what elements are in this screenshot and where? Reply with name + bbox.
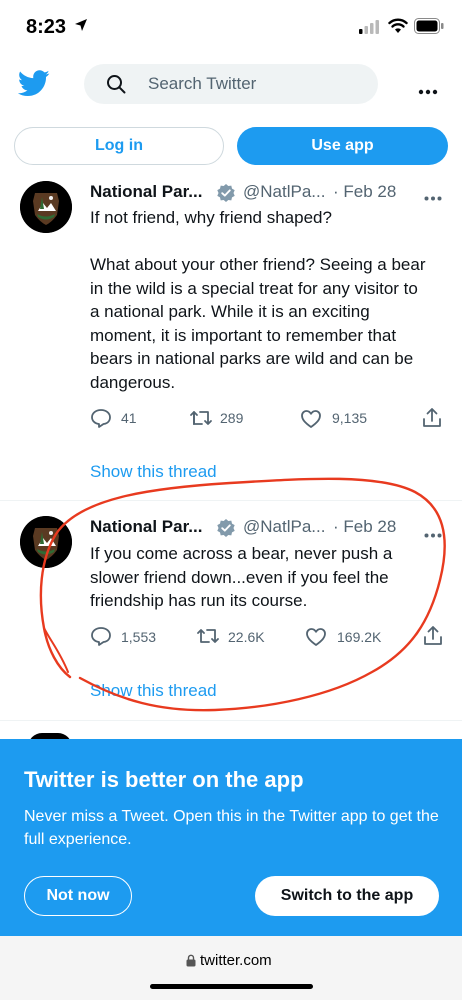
tweet-author-name[interactable]: National Par...	[90, 517, 202, 537]
tweet-text-line: dangerous.	[90, 372, 176, 392]
signal-icon	[359, 20, 381, 39]
tweet-text-line	[90, 230, 440, 254]
retweet-count: 22.6K	[228, 629, 265, 645]
tweet-text-line: bears in national parks are wild and can…	[90, 349, 414, 368]
wifi-icon	[388, 18, 408, 39]
retweet-icon[interactable]	[196, 626, 220, 651]
search-icon	[106, 74, 126, 99]
show-thread-link[interactable]: Show this thread	[90, 462, 217, 482]
search-placeholder: Search Twitter	[148, 74, 257, 93]
like-count: 9,135	[332, 410, 368, 426]
tweet-handle: @NatlPa...	[243, 517, 326, 536]
tweet-date[interactable]: · Feb 28	[333, 517, 396, 537]
tweet-text-line: If not friend, why friend shaped?	[90, 208, 332, 227]
search-input[interactable]: Search Twitter	[84, 64, 378, 104]
reply-count: 1,553	[121, 629, 157, 645]
twitter-bird-icon[interactable]	[17, 70, 50, 102]
verified-icon	[216, 518, 236, 543]
retweet-count: 289	[220, 410, 244, 426]
tweet-handle: @NatlPa...	[243, 182, 326, 201]
tweet-text-line: slower friend down...even if you feel th…	[90, 567, 389, 587]
more-icon[interactable]	[418, 82, 438, 100]
use-app-button[interactable]: Use app	[237, 127, 448, 165]
location-arrow-icon	[74, 18, 88, 37]
nps-logo-icon	[20, 181, 72, 233]
battery-icon	[414, 18, 444, 39]
login-button[interactable]: Log in	[14, 127, 224, 165]
share-icon[interactable]	[422, 407, 442, 434]
divider	[0, 500, 462, 501]
nps-logo-icon	[20, 516, 72, 568]
reply-count: 41	[121, 410, 137, 426]
tweet-text: If you come across a bear, never push a …	[90, 542, 440, 613]
verified-icon	[216, 183, 236, 208]
tweet-text: If not friend, why friend shaped? What a…	[90, 206, 440, 394]
banner-text: Never miss a Tweet. Open this in the Twi…	[24, 808, 439, 848]
tweet-text-line: in the wild is a special treat for any v…	[90, 278, 418, 298]
switch-to-app-button[interactable]: Switch to the app	[255, 876, 439, 916]
avatar[interactable]	[20, 516, 72, 568]
tweet-text-line: What about your other friend? Seeing a b…	[90, 255, 426, 274]
tweet-text-line: If you come across a bear, never push a	[90, 544, 393, 563]
reply-icon[interactable]	[90, 626, 112, 651]
home-indicator	[150, 984, 313, 989]
show-thread-link[interactable]: Show this thread	[90, 681, 217, 701]
tweet-date[interactable]: · Feb 28	[333, 182, 396, 202]
like-count: 169.2K	[337, 629, 382, 645]
tweet-text-line: friendship has run its course.	[90, 591, 308, 610]
tweet-more-icon[interactable]	[424, 525, 442, 543]
avatar[interactable]	[20, 181, 72, 233]
status-bar: 8:23	[0, 0, 462, 52]
banner-title: Twitter is better on the app	[24, 767, 304, 792]
like-icon[interactable]	[300, 409, 322, 434]
share-icon[interactable]	[423, 625, 443, 652]
divider	[0, 720, 462, 721]
retweet-icon[interactable]	[189, 408, 213, 433]
status-time: 8:23	[26, 16, 67, 38]
browser-address-bar[interactable]: twitter.com	[0, 936, 462, 1000]
tweet-text-line: a national park. While it is an exciting	[90, 302, 370, 321]
like-icon[interactable]	[305, 627, 327, 652]
tweet-text-line: moment, it is important to remember that	[90, 325, 397, 345]
url-text: twitter.com	[200, 952, 272, 969]
reply-icon[interactable]	[90, 408, 112, 433]
app-promo-banner: Twitter is better on the app Never miss …	[0, 739, 462, 936]
not-now-button[interactable]: Not now	[24, 876, 132, 916]
tweet-more-icon[interactable]	[424, 188, 442, 206]
tweet-author-name[interactable]: National Par...	[90, 182, 202, 202]
lock-icon	[186, 954, 196, 972]
